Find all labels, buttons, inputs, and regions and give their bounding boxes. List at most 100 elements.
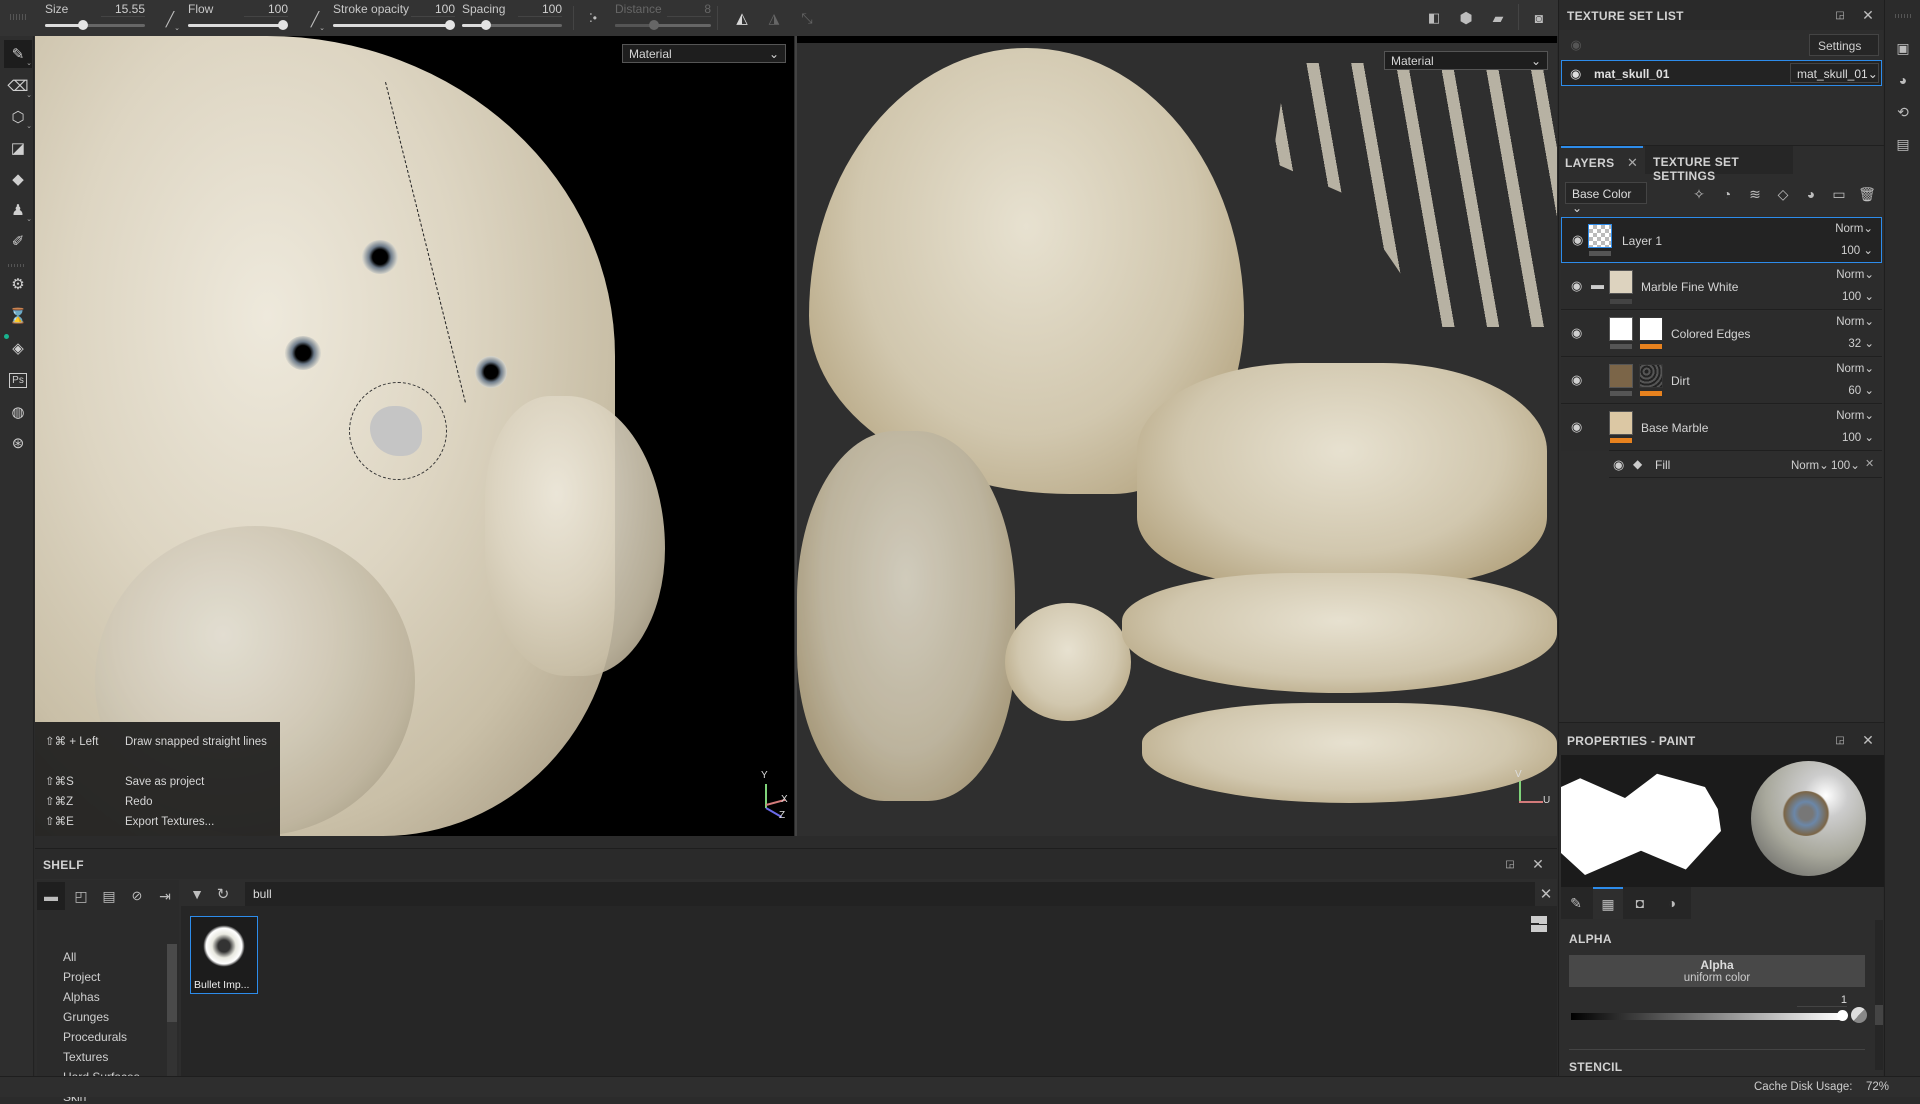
send-to-icon[interactable]: ◍ (4, 398, 32, 426)
substance-share-icon[interactable]: ⊛ (4, 429, 32, 457)
shelf-category-alphas[interactable]: Alphas (63, 990, 100, 1004)
size-slider[interactable]: Size 15.55 (45, 0, 145, 36)
opacity-value[interactable]: 100 ⌄ (1842, 289, 1874, 303)
projection-icon[interactable]: ⬡ ⌄ (4, 103, 32, 131)
remove-effect-icon[interactable]: ✕ (1865, 457, 1874, 470)
display-settings-icon[interactable]: ▣ (1891, 36, 1915, 60)
blend-mode-select[interactable]: Norm⌄ (1836, 408, 1874, 422)
stroke-opacity-slider[interactable]: Stroke opacity 100 (333, 0, 455, 36)
spacing-value[interactable]: 100 (518, 2, 562, 17)
tab-texture-set-settings[interactable]: TEXTURE SET SETTINGS (1645, 146, 1793, 183)
layer-row-base-marble[interactable]: ◉ Base Marble Norm⌄ 100 ⌄ (1561, 405, 1882, 451)
opacity-value[interactable]: 32 ⌄ (1848, 336, 1874, 350)
blend-mode-select[interactable]: Norm⌄ (1836, 361, 1874, 375)
viewport-3d-mode-select[interactable]: Material ⌄ (622, 44, 786, 63)
shelf-category-procedurals[interactable]: Procedurals (63, 1030, 127, 1044)
size-value[interactable]: 15.55 (101, 2, 145, 17)
shelf-category-project[interactable]: Project (63, 970, 100, 984)
eye-icon[interactable]: ◉ (1570, 66, 1581, 82)
viewport-3d[interactable]: Material ⌄ Y X Z (35, 36, 794, 836)
shelf-category-all[interactable]: All (63, 950, 76, 964)
channel-select[interactable]: Base Color ⌄ (1565, 182, 1647, 215)
add-layer-icon[interactable]: ≋ (1743, 182, 1767, 206)
delete-layer-icon[interactable]: 🗑 (1855, 182, 1879, 206)
opacity-value[interactable]: 100 ⌄ (1841, 243, 1873, 257)
layer-row-colored-edges[interactable]: ◉ Colored Edges Norm⌄ 32 ⌄ (1561, 311, 1882, 357)
folder-icon[interactable]: ▬ (37, 882, 65, 910)
tab-stencil-icon[interactable]: ◘ (1625, 887, 1655, 919)
polygon-fill-icon[interactable]: ◪ (4, 134, 32, 162)
tab-layers[interactable]: LAYERS ✕ (1561, 146, 1643, 174)
alpha-value[interactable]: 1 (1797, 994, 1847, 1007)
opacity-value[interactable]: 60 ⌄ (1848, 383, 1874, 397)
log-icon[interactable]: ▤ (1891, 132, 1915, 156)
refresh-icon[interactable]: ↻ (211, 882, 235, 906)
shelf-search-input[interactable]: bull (245, 882, 1535, 906)
hourglass-icon[interactable]: ⌛ (4, 302, 32, 330)
add-folder-icon[interactable]: ▭ (1827, 182, 1851, 206)
symmetry-settings-icon[interactable]: ◮ (762, 6, 786, 30)
shelf-sidebar-scrollbar[interactable] (167, 944, 177, 1076)
shader-settings-icon[interactable]: ◕ (1891, 68, 1915, 92)
hide-icon[interactable]: ⊘ (123, 882, 151, 910)
add-effect-icon[interactable]: ◔ (1715, 182, 1739, 206)
effect-opacity-value[interactable]: 100⌄ (1831, 458, 1860, 472)
tab-alpha-icon[interactable]: ▦ (1593, 887, 1623, 919)
add-fill-layer-icon[interactable]: ◇ (1771, 182, 1795, 206)
lazy-mouse-icon[interactable]: ⁚• (582, 6, 604, 30)
history-icon[interactable]: ⟲ (1891, 100, 1915, 124)
eye-icon[interactable]: ◉ (1571, 278, 1587, 294)
spacing-slider[interactable]: Spacing 100 (462, 0, 562, 36)
shelf-item[interactable]: Bullet Imp... (190, 916, 258, 994)
eye-icon[interactable]: ◉ (1571, 325, 1587, 341)
eye-icon[interactable]: ◉ (1613, 457, 1624, 473)
split-view-icon[interactable]: ◧ (1420, 6, 1448, 30)
eye-icon[interactable]: ◉ (1571, 372, 1587, 388)
blend-mode-select[interactable]: Norm⌄ (1836, 267, 1874, 281)
close-icon[interactable]: ✕ (1859, 6, 1877, 24)
distance-slider[interactable]: Distance 8 (615, 0, 711, 36)
grid-view-icon[interactable] (1531, 916, 1547, 932)
opacity-value[interactable]: 100 ⌄ (1842, 430, 1874, 444)
close-icon[interactable]: ✕ (1529, 855, 1547, 873)
random-toggle-icon[interactable] (1851, 1007, 1867, 1023)
eye-icon[interactable]: ◉ (1571, 419, 1587, 435)
clone-stamp-icon[interactable]: ♟ ⌄ (4, 196, 32, 224)
transform-axis-icon[interactable]: ⤡ (795, 6, 819, 30)
flow-slider[interactable]: Flow 100 (188, 0, 288, 36)
smudge-icon[interactable]: ◆ (4, 165, 32, 193)
filter-icon[interactable]: ▼ (185, 882, 209, 906)
material-select[interactable]: mat_skull_01⌄ (1790, 63, 1879, 83)
viewport-2d-uv[interactable]: Material ⌄ V U (797, 36, 1557, 836)
pen-pressure-icon[interactable]: ╱ ⌄ (305, 6, 325, 33)
unity-icon[interactable]: ◈ (4, 334, 32, 362)
flow-value[interactable]: 100 (244, 2, 288, 17)
tab-material-icon[interactable]: ◑ (1657, 887, 1687, 919)
tab-brush-icon[interactable]: ✎ (1561, 887, 1591, 919)
camera-cube-icon[interactable]: ⬢ (1452, 6, 1480, 30)
close-icon[interactable]: ✕ (1859, 731, 1877, 749)
visibility-toggle-icon[interactable]: ◉ (1567, 36, 1585, 54)
eye-icon[interactable]: ◉ (1572, 232, 1588, 248)
effect-row-fill[interactable]: ◉ ◆ Fill Norm⌄ 100⌄ ✕ (1609, 450, 1882, 478)
properties-scrollbar[interactable] (1875, 920, 1883, 1070)
add-generator-icon[interactable]: ✧ (1687, 182, 1711, 206)
undock-icon[interactable]: ◲ (1501, 855, 1519, 873)
color-picker-icon[interactable]: ✐ (4, 227, 32, 255)
alpha-resource-slot[interactable]: Alpha uniform color (1569, 955, 1865, 987)
layer-row-layer-1[interactable]: ◉ Layer 1 Norm⌄ 100 ⌄ (1561, 217, 1882, 263)
eraser-icon[interactable]: ⌫ ⌄ (4, 72, 32, 100)
screenshot-camera-icon[interactable]: ◙ (1526, 6, 1552, 30)
add-mask-icon[interactable]: ◕ (1799, 182, 1823, 206)
close-tab-icon[interactable]: ✕ (1627, 155, 1638, 171)
distance-value[interactable]: 8 (667, 2, 711, 17)
new-file-icon[interactable]: ◰ (67, 882, 95, 910)
symmetry-icon[interactable]: ◭ (730, 6, 754, 30)
photoshop-icon[interactable]: Ps (4, 366, 32, 394)
save-icon[interactable]: ▤ (95, 882, 123, 910)
shelf-category-grunges[interactable]: Grunges (63, 1010, 109, 1024)
substance-bake-icon[interactable]: ⚙ (4, 270, 32, 298)
alpha-gradient-slider[interactable] (1571, 1013, 1843, 1020)
blend-mode-select[interactable]: Norm⌄ (1836, 314, 1874, 328)
import-icon[interactable]: ⇥ (151, 882, 179, 910)
